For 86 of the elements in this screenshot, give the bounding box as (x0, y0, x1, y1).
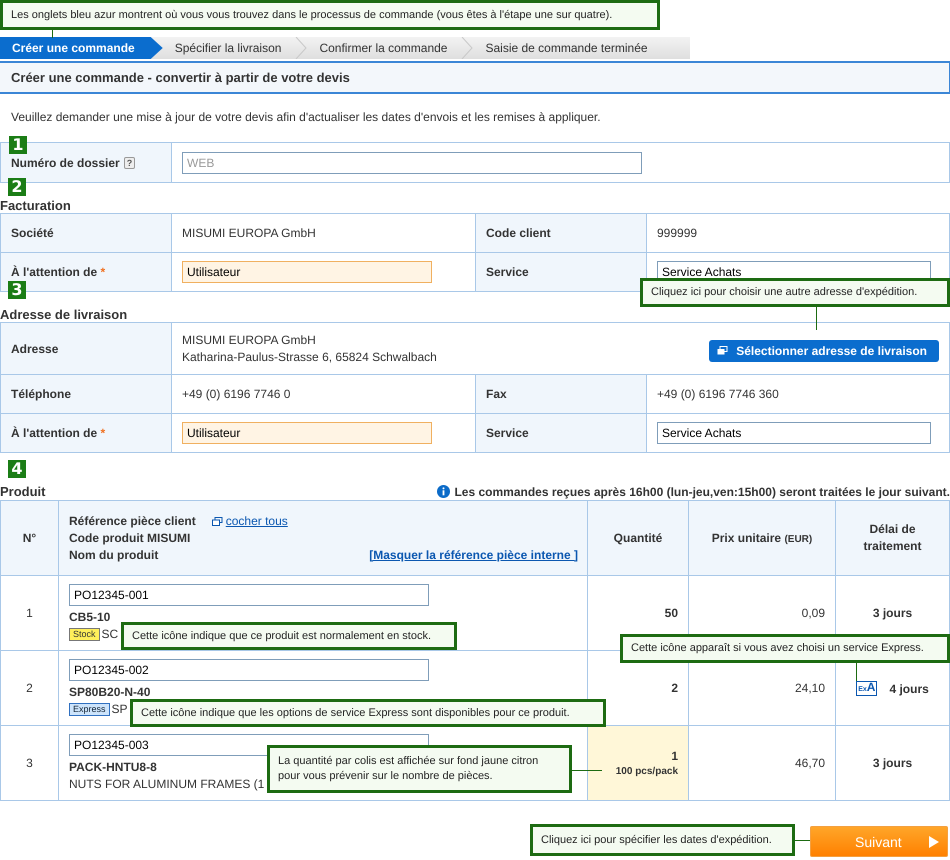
step-tab[interactable]: Saisie de commande terminée (473, 37, 662, 59)
field-value: +49 (0) 6196 7746 0 (182, 387, 290, 401)
pack-size: 100 pcs/pack (616, 766, 678, 777)
chevron-icon (295, 37, 308, 59)
select-address-button[interactable]: Sélectionner adresse de livraison (709, 340, 939, 362)
field-label: À l'attention de * (11, 265, 106, 279)
reference-input[interactable]: PO12345-002 (69, 659, 429, 681)
quantity-value: 50 (664, 606, 678, 620)
help-button[interactable]: ? (124, 156, 136, 168)
hint-tooltip: Cette icône indique que ce produit est normalement en stock. (121, 622, 457, 650)
section-title: Produit (0, 484, 46, 499)
field-label: Code client (486, 226, 551, 240)
field-value: 999999 (657, 226, 698, 240)
page-title: Créer une commande - convertir à partir de votre devis (0, 61, 950, 94)
column-header: Nom du produit (69, 546, 158, 564)
unit-price: 0,09 (802, 606, 825, 620)
row-number: 3 (26, 756, 33, 770)
notice-text: Les commandes reçues après 16h00 (lun-jeu,ven:15h00) seront traitées le jour suivant. (454, 484, 950, 498)
reference-input[interactable]: PO12345-001 (69, 584, 429, 606)
unit-price: 46,70 (794, 756, 825, 770)
hint-tooltip: Cliquez ici pour spécifier les dates d'expédition. (530, 824, 795, 856)
field-value: +49 (0) 6196 7746 360 (657, 387, 779, 401)
unit-price: 24,10 (794, 681, 825, 695)
chevron-icon (461, 37, 474, 59)
windows-icon (717, 346, 728, 355)
lead-time: 3 jours (872, 756, 912, 770)
leader-line (795, 840, 810, 841)
field-label: Service (486, 426, 529, 440)
dossier-input[interactable]: WEB (182, 152, 642, 174)
address-line: MISUMI EUROPA GmbH (182, 333, 317, 347)
step-marker: 4 (8, 460, 26, 478)
step-marker: 2 (8, 178, 26, 196)
hint-tooltip: Cette icône apparaît si vous avez choisi un service Express. (620, 634, 950, 663)
windows-icon (212, 516, 223, 526)
check-all-link[interactable]: cocher tous (226, 512, 288, 530)
step-tab[interactable]: Spécifier la livraison (162, 37, 296, 59)
row-number: 2 (26, 681, 33, 695)
product-code: CB5-10 (69, 610, 110, 625)
stock-badge: Stock (69, 628, 100, 641)
section-title: Adresse de livraison (0, 307, 128, 322)
field-label: Société (11, 226, 54, 240)
lead-time: 3 jours (872, 606, 912, 620)
input-field[interactable]: Utilisateur (182, 422, 432, 444)
hide-reference-link[interactable]: [Masquer la référence pièce interne ] (369, 546, 578, 564)
product-code: SP80B20-N-40 (69, 685, 150, 700)
field-label: Adresse (11, 342, 58, 356)
step-tab[interactable]: Créer une commande (0, 37, 163, 59)
leader-line (856, 663, 857, 681)
column-header: Référence pièce client (69, 512, 196, 530)
field-label: Téléphone (11, 387, 72, 401)
hint-tooltip: Les onglets bleu azur montrent où vous vous trouvez dans le processus de commande (vous êtes à l'étape une sur quatre). (0, 0, 660, 30)
hint-tooltip: La quantité par colis est affichée sur fond jaune citron pour vous prévenir sur le nombre de pièces. (267, 745, 572, 793)
hint-tooltip: Cette icône indique que les options de service Express sont disponibles pour ce produit. (130, 699, 606, 727)
express-badge: Express (69, 703, 110, 716)
column-header: Quantité (614, 531, 662, 545)
play-icon (929, 836, 939, 848)
quantity-value: 2 (670, 681, 678, 695)
field-label: Fax (486, 387, 507, 401)
input-field[interactable]: Utilisateur (182, 261, 432, 283)
hint-tooltip: Cliquez ici pour choisir une autre adresse d'expédition. (640, 278, 950, 307)
product-name: SP (112, 702, 128, 717)
leader-line (572, 770, 602, 771)
step-marker: 3 (8, 281, 26, 299)
step-tab[interactable]: Confirmer la commande (307, 37, 462, 59)
product-name: SC (102, 627, 118, 642)
field-label: À l'attention de * (11, 426, 106, 440)
field-label: Numéro de dossier (11, 156, 120, 170)
product-code: PACK-HNTU8-8 (69, 760, 157, 775)
quantity-value: 1 (670, 749, 678, 763)
address-line: Katharina-Paulus-Strasse 6, 65824 Schwalbach (182, 350, 437, 364)
column-header: Délai de traitement (862, 521, 922, 555)
leader-line (816, 307, 817, 330)
column-header: N° (22, 531, 36, 545)
info-icon (437, 485, 450, 498)
field-label: Service (486, 265, 529, 279)
column-header: Code produit MISUMI (69, 530, 190, 546)
lead-time: 4 jours (889, 682, 929, 696)
input-field[interactable]: Service Achats (657, 422, 931, 444)
section-title: Facturation (0, 198, 71, 213)
intro-text: Veuillez demander une mise à jour de votre devis afin d'actualiser les dates d'envois et les remises à appliquer. (11, 110, 602, 125)
column-header: Prix unitaire (EUR) (712, 531, 812, 545)
product-name: NUTS FOR ALUMINUM FRAMES (1 (69, 777, 264, 792)
step-marker: 1 (9, 136, 27, 154)
field-value: MISUMI EUROPA GmbH (182, 226, 316, 240)
row-number: 1 (26, 606, 33, 620)
leader-line (52, 30, 53, 38)
